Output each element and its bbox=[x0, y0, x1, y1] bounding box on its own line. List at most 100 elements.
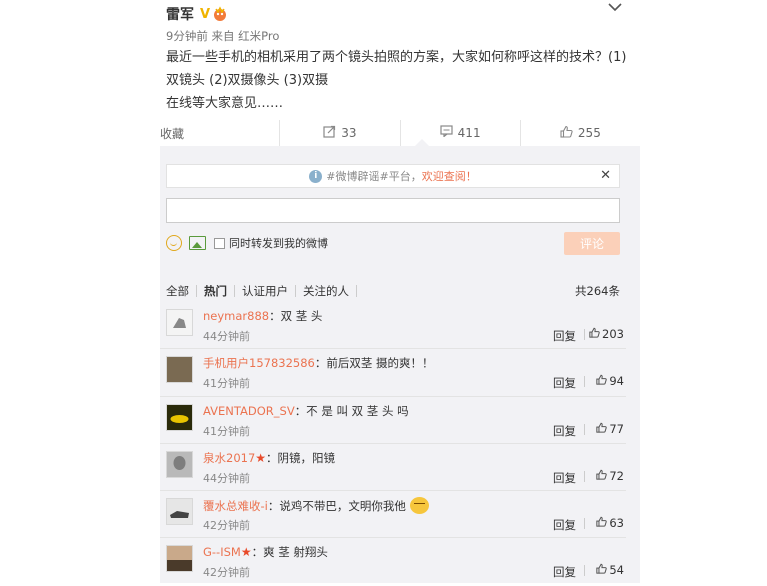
comment-username[interactable]: AVENTADOR_SV bbox=[203, 404, 295, 418]
post-content: 最近一些手机的相机采用了两个镜头拍照的方案，大家如何称呼这样的技术？(1) 双镜… bbox=[166, 46, 636, 115]
comment-text: ：前后双茎 摄的爽！！ bbox=[314, 356, 434, 371]
comment-like-count: 54 bbox=[609, 563, 624, 578]
favorite-button[interactable]: 收藏 bbox=[160, 120, 281, 146]
emoji-icon[interactable] bbox=[166, 235, 182, 251]
reply-button[interactable]: 回复 bbox=[553, 375, 576, 391]
thread-caret bbox=[415, 139, 429, 146]
comment-count: 411 bbox=[457, 126, 481, 140]
avatar[interactable] bbox=[166, 545, 193, 573]
comment-text-line: neymar888：双 茎 头 bbox=[203, 308, 322, 324]
thumbs-up-icon bbox=[596, 516, 608, 530]
comment-like-button[interactable]: 72 bbox=[596, 469, 624, 483]
avatar[interactable] bbox=[166, 356, 193, 384]
more-menu-icon[interactable] bbox=[608, 0, 622, 16]
divider bbox=[584, 376, 585, 388]
divider bbox=[584, 423, 585, 435]
from-label: 来自 bbox=[211, 29, 235, 43]
comment-text-line: 覆水总难收-i：说鸡不带巴，文明你我他 bbox=[203, 497, 429, 515]
comment-like-button[interactable]: 63 bbox=[596, 516, 624, 530]
comment-time: 41分钟前 bbox=[203, 424, 250, 438]
thumbs-up-icon bbox=[596, 469, 608, 483]
comment-text-line: AVENTADOR_SV：不 是 叫 双 茎 头 吗 bbox=[203, 403, 409, 419]
thumbs-up-icon bbox=[596, 374, 608, 388]
image-icon[interactable] bbox=[189, 236, 206, 250]
comment-like-button[interactable]: 54 bbox=[596, 563, 624, 577]
comment-time: 42分钟前 bbox=[203, 566, 250, 580]
post-content-line: 最近一些手机的相机采用了两个镜头拍照的方案，大家如何称呼这样的技术？(1) bbox=[166, 50, 627, 65]
comment-text: ：不 是 叫 双 茎 头 吗 bbox=[294, 403, 409, 418]
comment-username[interactable]: 泉水2017 bbox=[203, 451, 255, 465]
author-name[interactable]: 雷军 bbox=[166, 4, 194, 24]
repost-checkbox[interactable] bbox=[214, 237, 225, 249]
comment-text-line: G--ISM★：爽 茎 射翔头 bbox=[203, 544, 328, 560]
avatar[interactable] bbox=[166, 309, 193, 336]
comment-like-count: 94 bbox=[609, 374, 624, 389]
reply-button[interactable]: 回复 bbox=[553, 423, 576, 439]
comment-text: ：阴镜，阳镜 bbox=[266, 450, 336, 465]
submit-comment-button[interactable]: 评论 bbox=[564, 232, 620, 255]
post-meta: 9分钟前 来自 红米Pro bbox=[166, 28, 279, 44]
comment-time: 42分钟前 bbox=[203, 519, 250, 533]
device-name[interactable]: 红米Pro bbox=[238, 29, 279, 43]
reply-button[interactable]: 回复 bbox=[553, 328, 576, 344]
comment-like-button[interactable]: 203 bbox=[589, 327, 624, 341]
like-count: 255 bbox=[577, 126, 601, 140]
star-icon: ★ bbox=[255, 450, 267, 465]
comment-time: 44分钟前 bbox=[203, 471, 250, 485]
reply-button[interactable]: 回复 bbox=[553, 517, 576, 533]
comment-text-line: 手机用户157832586：前后双茎 摄的爽！！ bbox=[203, 355, 434, 371]
comment-text: ：说鸡不带巴，文明你我他 bbox=[267, 499, 406, 514]
comment-filters: 全部 热门 认证用户 关注的人 共264条 bbox=[166, 282, 620, 300]
comment-thread: i #微博辟谣#平台， 欢迎查阅！ ✕ 同时转发到我的微博 评论 全部 热门 认证… bbox=[160, 139, 640, 585]
repost-icon bbox=[323, 125, 336, 142]
notice-text[interactable]: #微博辟谣#平台， bbox=[326, 168, 421, 184]
repost-checkbox-label: 同时转发到我的微博 bbox=[229, 237, 328, 250]
filter-hot[interactable]: 热门 bbox=[197, 285, 235, 297]
comment-item: neymar888：双 茎 头 44分钟前 回复 203 bbox=[160, 302, 626, 350]
thumbs-up-icon bbox=[589, 327, 600, 341]
comment-username[interactable]: 覆水总难收-i bbox=[203, 499, 268, 513]
filter-verified[interactable]: 认证用户 bbox=[235, 285, 296, 297]
comment-text: ：爽 茎 射翔头 bbox=[251, 545, 328, 560]
divider bbox=[584, 470, 585, 482]
filter-all[interactable]: 全部 bbox=[166, 285, 197, 297]
reply-button[interactable]: 回复 bbox=[553, 564, 576, 580]
comment-time: 44分钟前 bbox=[203, 330, 250, 343]
comment-like-button[interactable]: 77 bbox=[596, 422, 624, 436]
avatar[interactable] bbox=[166, 403, 193, 431]
comment-input[interactable] bbox=[166, 198, 620, 223]
filter-following[interactable]: 关注的人 bbox=[296, 285, 357, 297]
star-icon: ★ bbox=[240, 545, 252, 560]
weibo-post: 雷军 V 9分钟前 来自 红米Pro 最近一些手机的相机采用了两个镜头拍照的方案… bbox=[160, 0, 640, 583]
post-content-line: 双镜头 (2)双摄像头 (3)双摄 bbox=[166, 73, 329, 88]
composer-tools: 同时转发到我的微博 评论 bbox=[166, 232, 620, 255]
thumbs-up-icon bbox=[596, 422, 608, 436]
repost-button[interactable]: 33 bbox=[280, 120, 401, 146]
divider bbox=[584, 518, 585, 530]
like-button[interactable]: 255 bbox=[521, 120, 640, 146]
comment-username[interactable]: G--ISM bbox=[203, 545, 241, 559]
repost-count: 33 bbox=[341, 126, 357, 140]
comment-text-line: 泉水2017★：阴镜，阳镜 bbox=[203, 450, 335, 466]
comment-like-button[interactable]: 94 bbox=[596, 374, 624, 388]
notice-link[interactable]: 欢迎查阅！ bbox=[422, 168, 477, 184]
comment-item: G--ISM★：爽 茎 射翔头 42分钟前 回复 54 bbox=[160, 538, 626, 585]
cat-emoji-icon bbox=[409, 497, 429, 515]
comment-username[interactable]: 手机用户157832586 bbox=[203, 356, 315, 370]
thumbs-up-icon bbox=[560, 125, 573, 142]
comment-item: 手机用户157832586：前后双茎 摄的爽！！ 41分钟前 回复 94 bbox=[160, 349, 626, 397]
comment-like-count: 77 bbox=[609, 421, 624, 436]
thumbs-up-icon bbox=[596, 563, 608, 577]
reply-button[interactable]: 回复 bbox=[553, 470, 576, 486]
post-content-line: 在线等大家意见…… bbox=[166, 96, 284, 111]
comment-username[interactable]: neymar888 bbox=[203, 309, 269, 323]
info-icon: i bbox=[309, 169, 323, 183]
comment-icon bbox=[440, 125, 453, 141]
avatar[interactable] bbox=[166, 498, 193, 526]
author-row: 雷军 V bbox=[166, 4, 228, 24]
close-icon[interactable]: ✕ bbox=[600, 168, 611, 183]
comment-total: 共264条 bbox=[575, 284, 620, 298]
avatar[interactable] bbox=[166, 450, 193, 478]
post-time[interactable]: 9分钟前 bbox=[166, 29, 208, 43]
comment-item: 泉水2017★：阴镜，阳镜 44分钟前 回复 72 bbox=[160, 444, 626, 492]
